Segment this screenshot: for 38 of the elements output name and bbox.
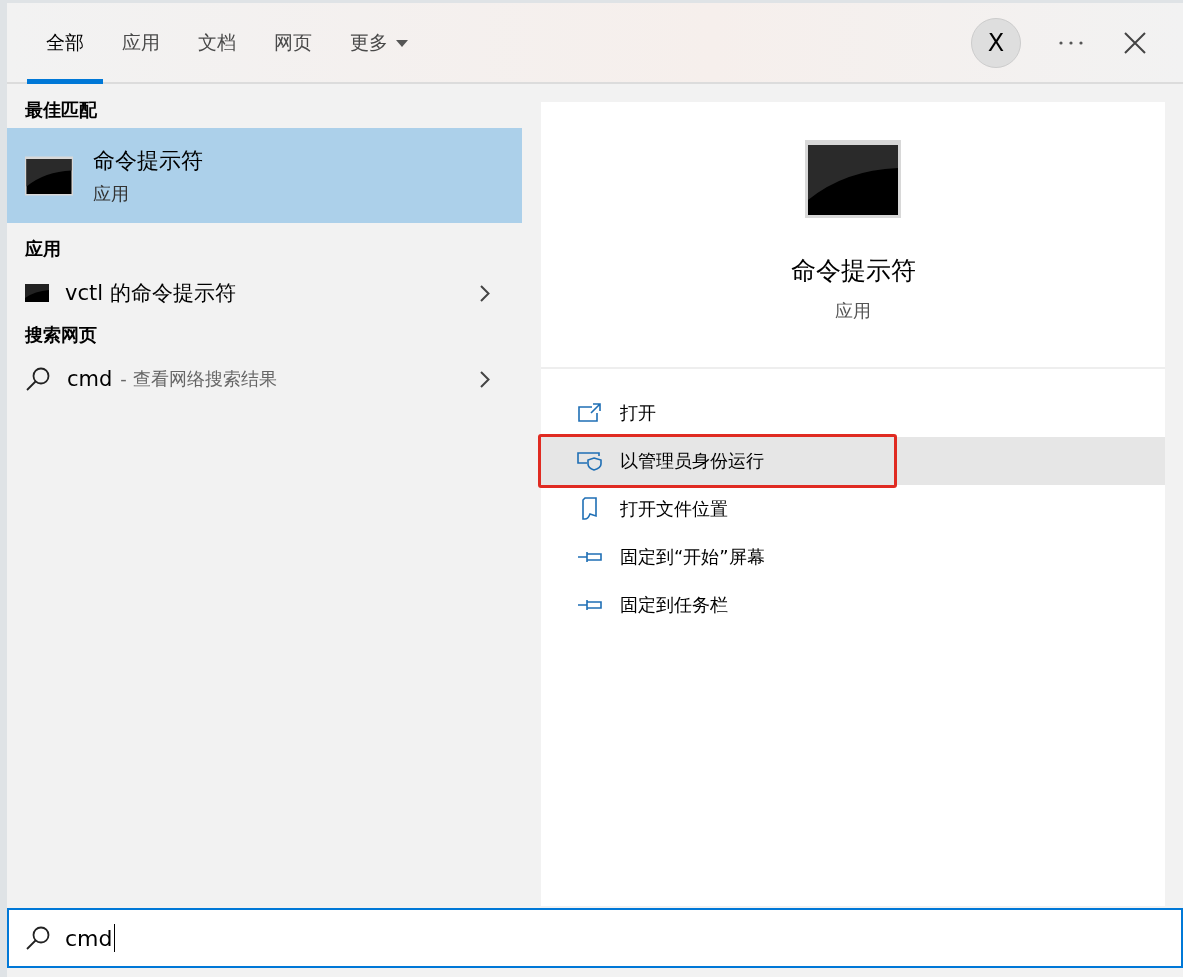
action-item[interactable]: 固定到“开始”屏幕 bbox=[541, 533, 1165, 581]
result-title: cmd bbox=[67, 367, 113, 391]
chevron-right-icon bbox=[480, 284, 490, 302]
tab[interactable]: 应用 bbox=[103, 3, 179, 84]
terminal-icon bbox=[805, 140, 901, 218]
search-field[interactable]: cmd bbox=[7, 908, 1183, 968]
result-type: 应用 bbox=[93, 181, 130, 206]
result-hint: - 查看网络搜索结果 bbox=[120, 367, 277, 391]
action-item[interactable]: 打开文件位置 bbox=[541, 485, 1165, 533]
shield-icon bbox=[577, 451, 603, 471]
terminal-icon bbox=[25, 284, 49, 302]
tab[interactable]: 全部 bbox=[27, 3, 103, 84]
app-type: 应用 bbox=[835, 299, 871, 323]
pin-icon bbox=[577, 598, 603, 612]
search-icon bbox=[25, 366, 51, 392]
app-title: 命令提示符 bbox=[790, 255, 916, 287]
tab[interactable]: 文档 bbox=[179, 3, 255, 84]
folder-icon bbox=[580, 497, 600, 521]
result-item[interactable]: vctl 的命令提示符 bbox=[7, 267, 522, 319]
caret-icon bbox=[396, 39, 408, 47]
action-item[interactable]: 固定到任务栏 bbox=[541, 581, 1165, 629]
terminal-icon bbox=[25, 155, 73, 196]
pin-icon bbox=[577, 550, 603, 564]
result-title: vctl 的命令提示符 bbox=[65, 280, 236, 307]
best-match-item[interactable]: 命令提示符 应用 bbox=[7, 128, 522, 223]
tab[interactable]: 网页 bbox=[255, 3, 331, 84]
search-icon bbox=[25, 925, 51, 951]
action-item[interactable]: 以管理员身份运行 bbox=[541, 437, 1165, 485]
result-item[interactable]: cmd - 查看网络搜索结果 bbox=[7, 353, 522, 405]
action-item[interactable]: 打开 bbox=[541, 389, 1165, 437]
chevron-right-icon bbox=[480, 370, 490, 388]
result-title: 命令提示符 bbox=[93, 146, 203, 175]
tab[interactable]: 更多 bbox=[331, 3, 427, 84]
user-avatar[interactable]: X bbox=[971, 17, 1021, 68]
section-heading: 搜索网页 bbox=[24, 323, 98, 347]
section-heading: 最佳匹配 bbox=[24, 98, 98, 122]
section-heading: 应用 bbox=[24, 237, 62, 261]
open-icon bbox=[578, 403, 602, 423]
